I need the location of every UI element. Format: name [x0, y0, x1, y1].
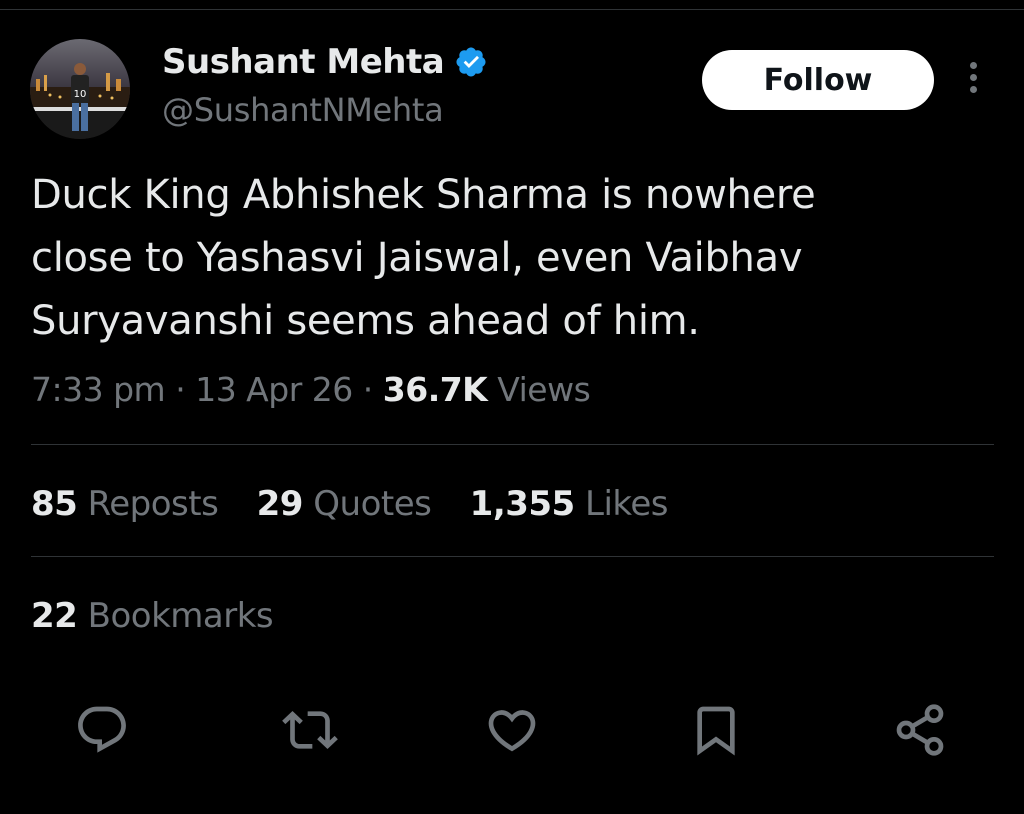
- reposts-label: Reposts: [87, 484, 219, 524]
- tweet-text-line: close to Yashasvi Jaiswal, even Vaibhav: [31, 235, 803, 281]
- bookmark-icon: [697, 706, 735, 756]
- avatar-jersey-number: 10: [74, 89, 87, 100]
- like-icon: [488, 710, 536, 752]
- likes-label: Likes: [585, 484, 669, 524]
- author-handle[interactable]: @SushantNMehta: [162, 88, 444, 132]
- reposts-count: 85: [31, 484, 78, 524]
- divider: [31, 444, 994, 445]
- share-icon: [896, 704, 944, 756]
- repost-icon: [282, 711, 338, 749]
- like-button[interactable]: [484, 702, 540, 758]
- share-button[interactable]: [892, 702, 948, 758]
- bookmarks-count: 22: [31, 596, 78, 636]
- tweet-text: Duck King Abhishek Sharma is nowhere clo…: [31, 164, 991, 353]
- follow-button[interactable]: Follow: [702, 50, 934, 110]
- quotes-stat[interactable]: 29 Quotes: [257, 482, 432, 526]
- tweet-date[interactable]: 13 Apr 26: [195, 370, 353, 409]
- more-options-icon[interactable]: [960, 62, 986, 98]
- engagement-stats: 85 Reposts 29 Quotes 1,355 Likes: [31, 482, 696, 526]
- views-count[interactable]: 36.7K: [383, 370, 488, 409]
- author-display-name[interactable]: Sushant Mehta: [162, 40, 445, 84]
- verified-badge-icon[interactable]: [454, 45, 488, 79]
- views-label[interactable]: Views: [497, 370, 591, 409]
- bookmarks-stat[interactable]: 22 Bookmarks: [31, 594, 274, 638]
- bookmarks-label: Bookmarks: [87, 596, 274, 636]
- tweet-meta: 7:33 pm · 13 Apr 26 · 36.7K Views: [31, 368, 591, 412]
- tweet-text-line: Suryavanshi seems ahead of him.: [31, 298, 700, 344]
- meta-separator: ·: [175, 370, 186, 409]
- avatar[interactable]: 10: [30, 39, 130, 139]
- reply-icon: [78, 706, 126, 753]
- divider: [31, 556, 994, 557]
- likes-count: 1,355: [469, 484, 576, 524]
- author-name-row: Sushant Mehta: [162, 40, 488, 84]
- reply-button[interactable]: [74, 702, 130, 758]
- top-divider: [0, 9, 1024, 10]
- reposts-stat[interactable]: 85 Reposts: [31, 482, 219, 526]
- bookmark-button[interactable]: [688, 702, 744, 758]
- tweet-text-line: Duck King Abhishek Sharma is nowhere: [31, 172, 816, 218]
- quotes-count: 29: [256, 484, 304, 524]
- quotes-label: Quotes: [313, 484, 432, 524]
- likes-stat[interactable]: 1,355 Likes: [469, 482, 669, 526]
- avatar-image: 10: [30, 39, 130, 139]
- meta-separator: ·: [362, 370, 374, 409]
- repost-button[interactable]: [282, 702, 338, 758]
- tweet-time[interactable]: 7:33 pm: [31, 370, 166, 409]
